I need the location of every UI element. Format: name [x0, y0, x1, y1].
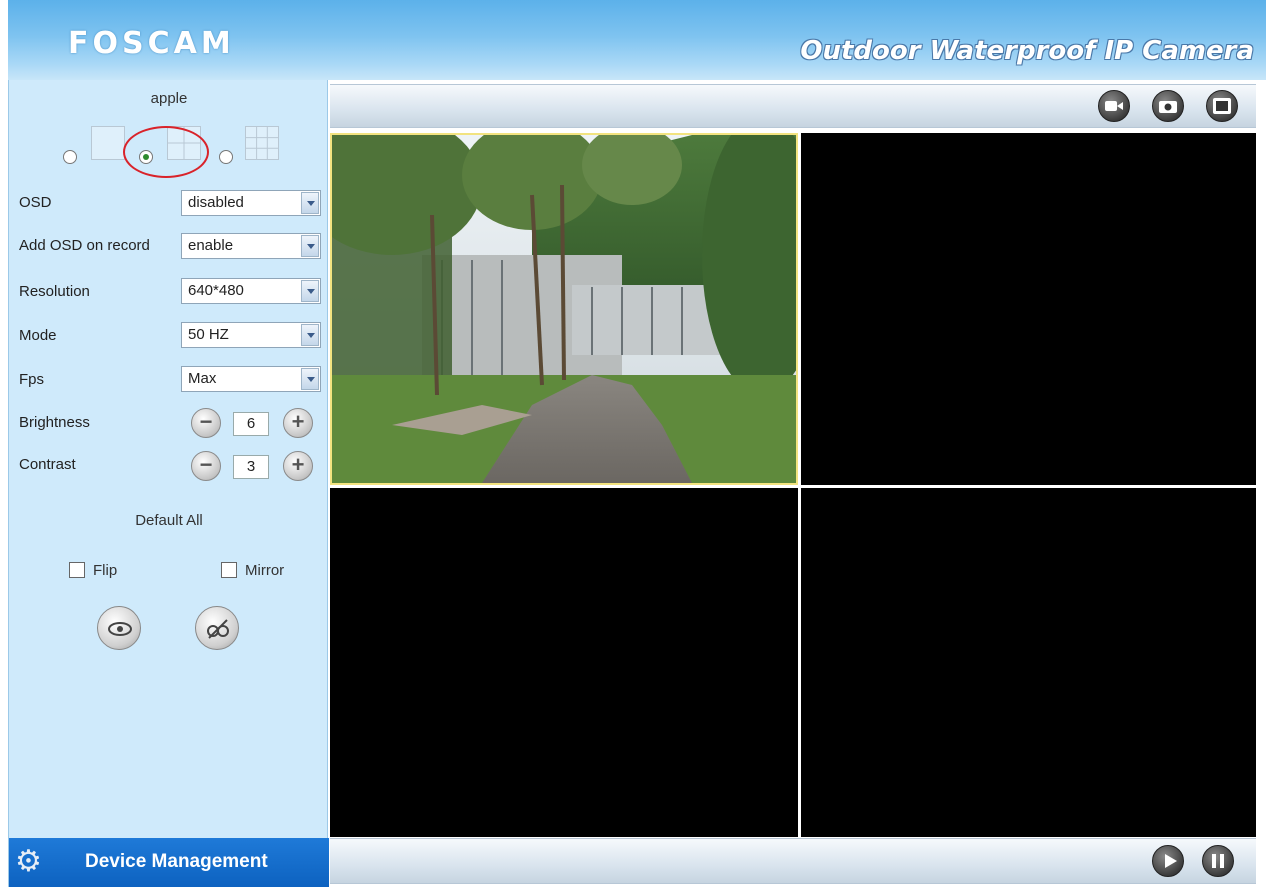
play-icon[interactable] [1152, 845, 1184, 877]
contrast-increase-button[interactable]: + [283, 451, 313, 481]
record-icon[interactable] [1098, 90, 1130, 122]
brightness-value[interactable]: 6 [233, 412, 269, 436]
device-management-label: Device Management [85, 851, 268, 872]
fullscreen-icon[interactable] [1206, 90, 1238, 122]
header-banner: FOSCAM Outdoor Waterproof IP Camera [8, 0, 1266, 80]
video-channel-2[interactable] [801, 133, 1256, 485]
brightness-increase-button[interactable]: + [283, 408, 313, 438]
chevron-down-icon[interactable] [301, 280, 319, 302]
mirror-label: Mirror [245, 562, 285, 579]
chevron-down-icon[interactable] [301, 235, 319, 257]
video-channel-1[interactable] [330, 133, 798, 485]
nine-view-icon[interactable] [245, 126, 279, 160]
top-toolbar [330, 84, 1256, 128]
camera-name: apple [150, 90, 188, 107]
single-view-icon[interactable] [91, 126, 125, 160]
mode-label: Mode [19, 327, 57, 344]
video-channel-4[interactable] [801, 488, 1256, 837]
osd-value: disabled [188, 194, 244, 211]
plus-icon: + [291, 409, 305, 434]
chevron-down-icon[interactable] [301, 192, 319, 214]
highlight-ring-annotation [123, 126, 209, 178]
resolution-select[interactable]: 640*480 [181, 278, 321, 304]
fps-value: Max [188, 370, 217, 387]
hide-eye-button[interactable] [195, 606, 239, 650]
playback-toolbar [330, 838, 1256, 884]
contrast-label: Contrast [19, 456, 76, 473]
contrast-decrease-button[interactable]: − [191, 451, 221, 481]
foscam-logo: FOSCAM [68, 26, 235, 61]
plus-icon: + [291, 452, 305, 477]
resolution-value: 640*480 [188, 282, 244, 299]
osd-label: OSD [19, 194, 52, 211]
resolution-label: Resolution [19, 283, 90, 300]
default-all-link[interactable]: Default All [9, 512, 329, 529]
layout-radio-single[interactable] [63, 150, 77, 164]
fps-label: Fps [19, 371, 45, 388]
minus-icon: − [199, 409, 213, 434]
sidebar: apple OSD disabled Add OSD on record ena… [8, 80, 329, 887]
mode-value: 50 HZ [188, 326, 229, 343]
brightness-decrease-button[interactable]: − [191, 408, 221, 438]
chevron-down-icon[interactable] [301, 324, 319, 346]
add-osd-on-record-select[interactable]: enable [181, 233, 321, 259]
brightness-label: Brightness [19, 414, 90, 431]
mirror-checkbox[interactable] [221, 562, 237, 578]
add-osd-on-record-value: enable [188, 237, 234, 254]
eye-off-icon [207, 619, 229, 639]
contrast-value[interactable]: 3 [233, 455, 269, 479]
device-management-button[interactable]: ⚙ Device Management [9, 838, 329, 887]
gear-icon: ⚙ [15, 845, 42, 878]
camera-feed-image [332, 135, 796, 483]
fps-select[interactable]: Max [181, 366, 321, 392]
eye-icon [108, 622, 132, 636]
add-osd-on-record-label: Add OSD on record [19, 237, 150, 254]
flip-checkbox[interactable] [69, 562, 85, 578]
mode-select[interactable]: 50 HZ [181, 322, 321, 348]
flip-label: Flip [93, 562, 118, 579]
video-grid [330, 133, 1256, 837]
chevron-down-icon[interactable] [301, 368, 319, 390]
camera-web-app: FOSCAM Outdoor Waterproof IP Camera appl… [0, 0, 1266, 887]
minus-icon: − [199, 452, 213, 477]
show-eye-button[interactable] [97, 606, 141, 650]
snapshot-icon[interactable] [1152, 90, 1184, 122]
pause-icon[interactable] [1202, 845, 1234, 877]
product-title: Outdoor Waterproof IP Camera [800, 36, 1254, 66]
video-channel-3[interactable] [330, 488, 798, 837]
layout-radio-nine[interactable] [219, 150, 233, 164]
osd-select[interactable]: disabled [181, 190, 321, 216]
